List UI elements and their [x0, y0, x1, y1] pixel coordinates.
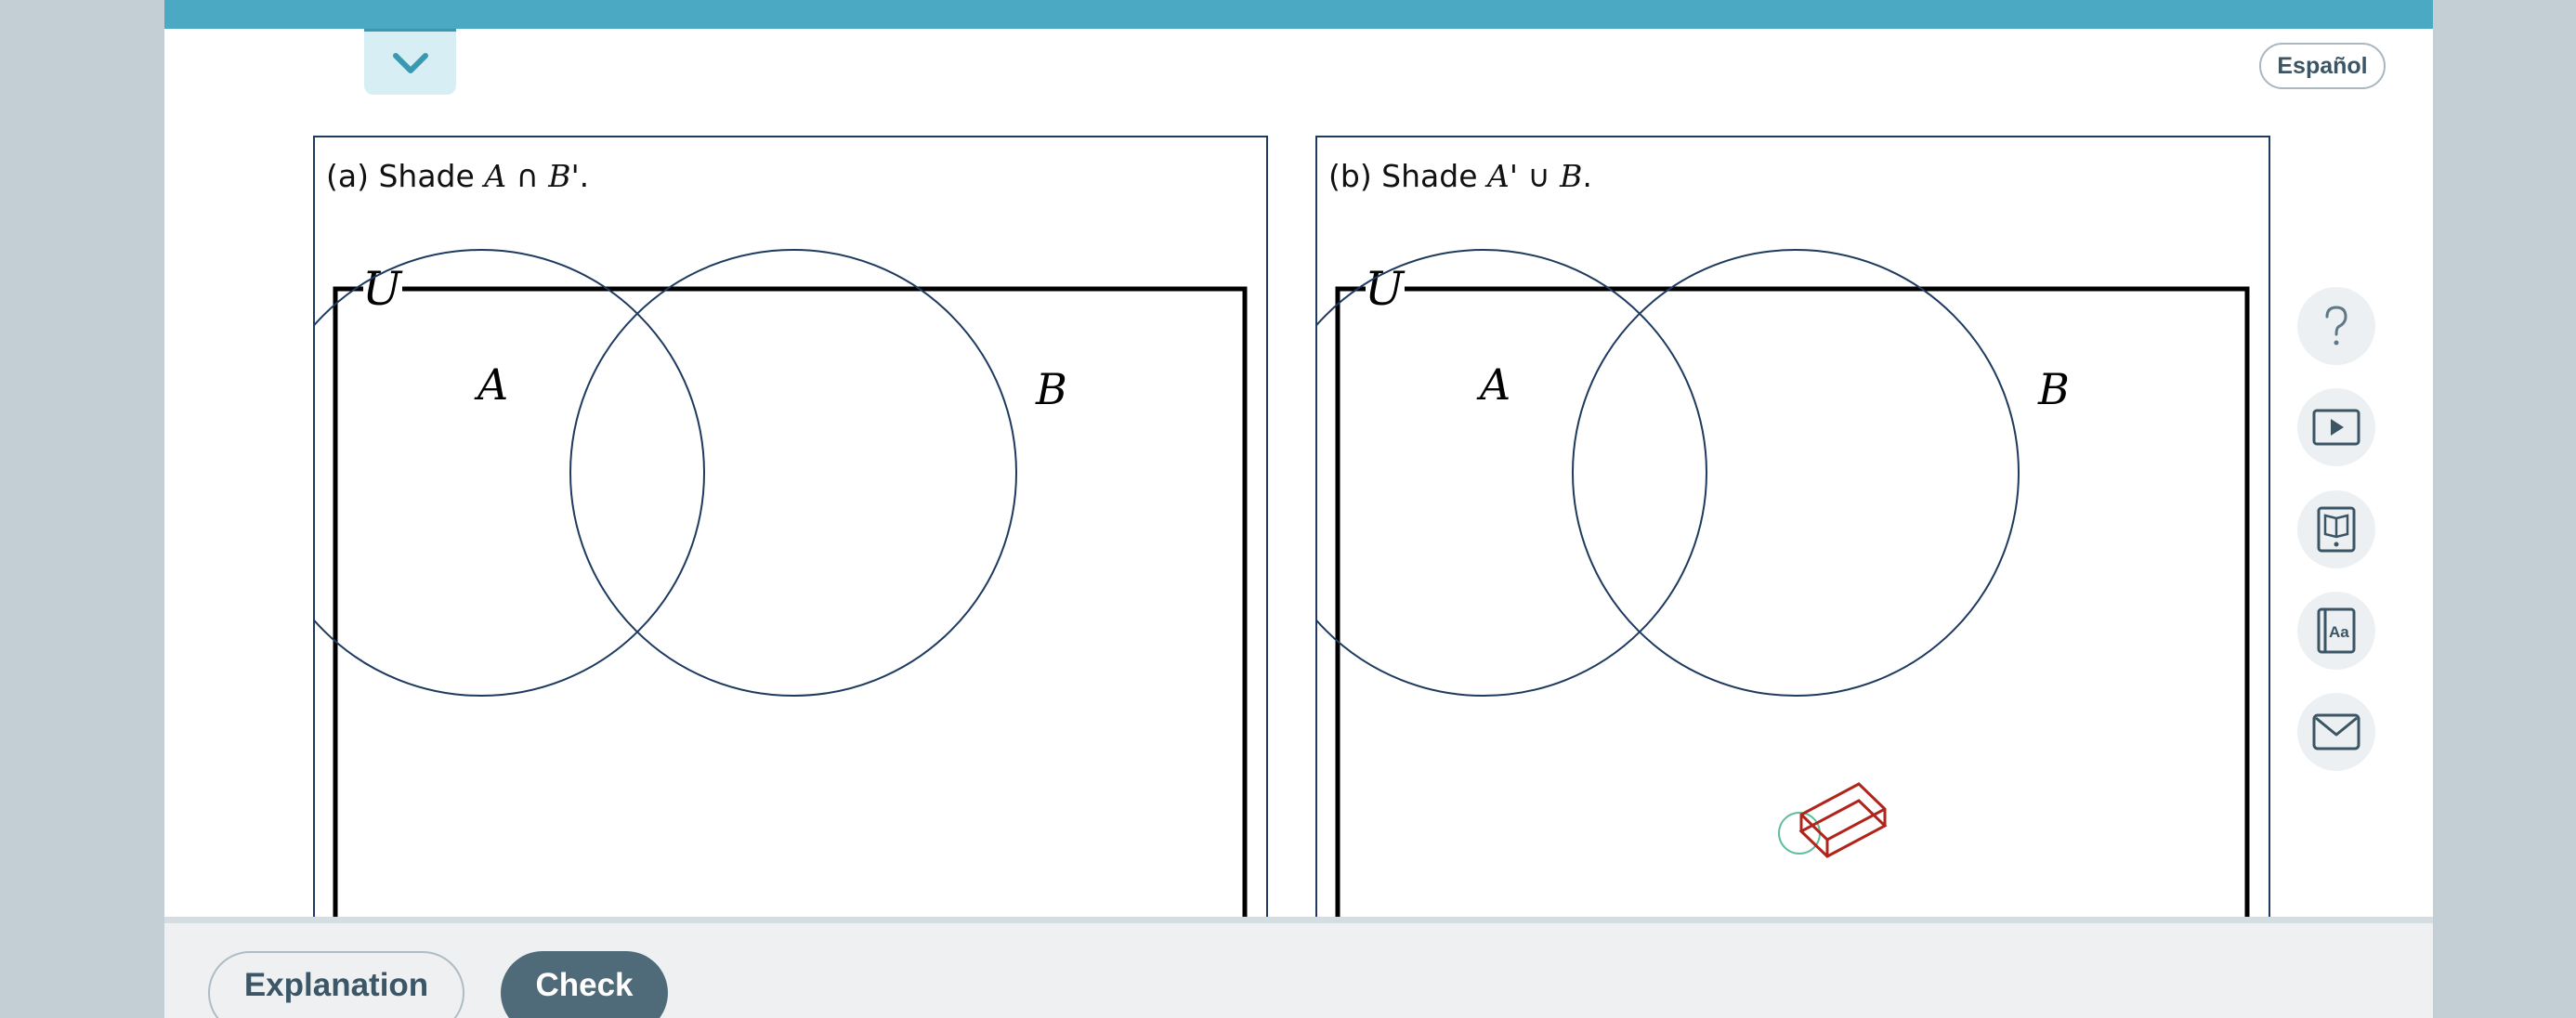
ebook-icon — [2317, 506, 2356, 553]
venn-diagram-b[interactable]: U A B — [1317, 137, 2269, 936]
circle-a-region[interactable] — [1317, 249, 1707, 697]
check-button[interactable]: Check — [501, 951, 668, 1018]
universe-label-b: U — [1365, 262, 1406, 316]
top-bar — [164, 0, 2433, 29]
explanation-button[interactable]: Explanation — [208, 951, 464, 1018]
help-button[interactable] — [2297, 287, 2375, 365]
language-button[interactable]: Español — [2259, 43, 2386, 89]
question-panel-b: (b) Shade A' ∪ B. U A B — [1315, 136, 2270, 936]
svg-text:Aa: Aa — [2329, 623, 2349, 641]
glossary-icon: Aa — [2317, 607, 2356, 654]
circle-b-label-a: B — [1035, 364, 1067, 414]
venn-diagram-a[interactable]: U A B — [315, 137, 1266, 936]
help-icon — [2325, 306, 2347, 346]
chevron-down-icon — [392, 53, 428, 73]
eraser-icon — [1778, 782, 1888, 858]
circle-a-label-a: A — [474, 359, 508, 410]
footer-bar: Explanation Check — [164, 917, 2433, 1018]
video-play-icon — [2312, 409, 2360, 446]
main-content: Español (a) Shade A ∩ B'. U A B (b) Shad… — [164, 0, 2433, 1018]
circle-b-region[interactable] — [1572, 249, 2020, 697]
message-button[interactable] — [2297, 693, 2375, 771]
glossary-button[interactable]: Aa — [2297, 592, 2375, 670]
message-icon — [2312, 713, 2360, 750]
circle-b-region[interactable] — [569, 249, 1017, 697]
collapse-button[interactable] — [364, 29, 456, 95]
question-panel-a: (a) Shade A ∩ B'. U A B — [313, 136, 1268, 936]
circle-a-label-b: A — [1476, 359, 1510, 410]
ebook-button[interactable] — [2297, 490, 2375, 568]
circle-a-region[interactable] — [315, 249, 705, 697]
universe-label-a: U — [362, 262, 403, 316]
circle-b-label-b: B — [2037, 364, 2070, 414]
video-button[interactable] — [2297, 388, 2375, 466]
